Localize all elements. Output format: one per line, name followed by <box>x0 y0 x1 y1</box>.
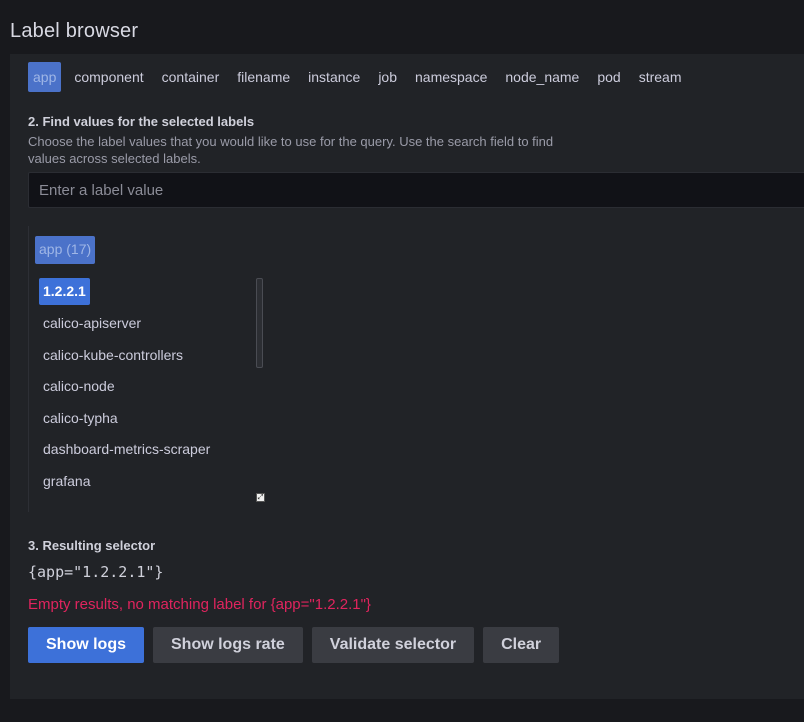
label-chip-instance[interactable]: instance <box>299 62 369 92</box>
label-chip-component[interactable]: component <box>65 62 152 92</box>
resulting-selector-value: {app="1.2.2.1"} <box>28 563 164 581</box>
label-chip-namespace[interactable]: namespace <box>406 62 496 92</box>
value-item-calico-apiserver[interactable]: calico-apiserver <box>39 310 145 337</box>
value-item-calico-typha[interactable]: calico-typha <box>39 405 122 432</box>
resize-handle-icon[interactable]: ⤢ <box>256 493 265 502</box>
show-logs-rate-button[interactable]: Show logs rate <box>153 627 303 663</box>
page-title: Label browser <box>10 20 139 42</box>
label-chip-job[interactable]: job <box>369 62 406 92</box>
label-browser-panel: app component container filename instanc… <box>10 54 804 699</box>
find-values-heading: 2. Find values for the selected labels <box>28 114 255 129</box>
show-logs-button[interactable]: Show logs <box>28 627 144 663</box>
empty-results-error: Empty results, no matching label for {ap… <box>28 596 371 613</box>
label-chip-app[interactable]: app <box>28 62 62 92</box>
label-chip-stream[interactable]: stream <box>630 62 691 92</box>
value-list-header[interactable]: app (17) <box>35 236 96 264</box>
label-chip-node-name[interactable]: node_name <box>496 62 588 92</box>
label-value-search-input[interactable] <box>28 172 804 208</box>
value-list-box: app (17) 1.2.2.1 calico-apiserver calico… <box>28 226 278 512</box>
value-list-scrollbar[interactable] <box>256 278 263 368</box>
label-chip-container[interactable]: container <box>153 62 229 92</box>
value-item-1-2-2-1[interactable]: 1.2.2.1 <box>39 278 90 305</box>
value-item-grafana[interactable]: grafana <box>39 468 94 495</box>
validate-selector-button[interactable]: Validate selector <box>311 627 475 663</box>
label-chip-pod[interactable]: pod <box>588 62 629 92</box>
action-buttons: Show logs Show logs rate Validate select… <box>28 627 560 663</box>
resulting-selector-heading: 3. Resulting selector <box>28 538 156 553</box>
label-chip-filename[interactable]: filename <box>228 62 299 92</box>
clear-button[interactable]: Clear <box>483 627 560 663</box>
label-selector-row: app component container filename instanc… <box>28 62 691 92</box>
value-item-dashboard-metrics-scraper[interactable]: dashboard-metrics-scraper <box>39 436 214 463</box>
find-values-description: Choose the label values that you would l… <box>28 134 554 166</box>
value-item-calico-kube-controllers[interactable]: calico-kube-controllers <box>39 342 187 369</box>
value-item-calico-node[interactable]: calico-node <box>39 373 119 400</box>
